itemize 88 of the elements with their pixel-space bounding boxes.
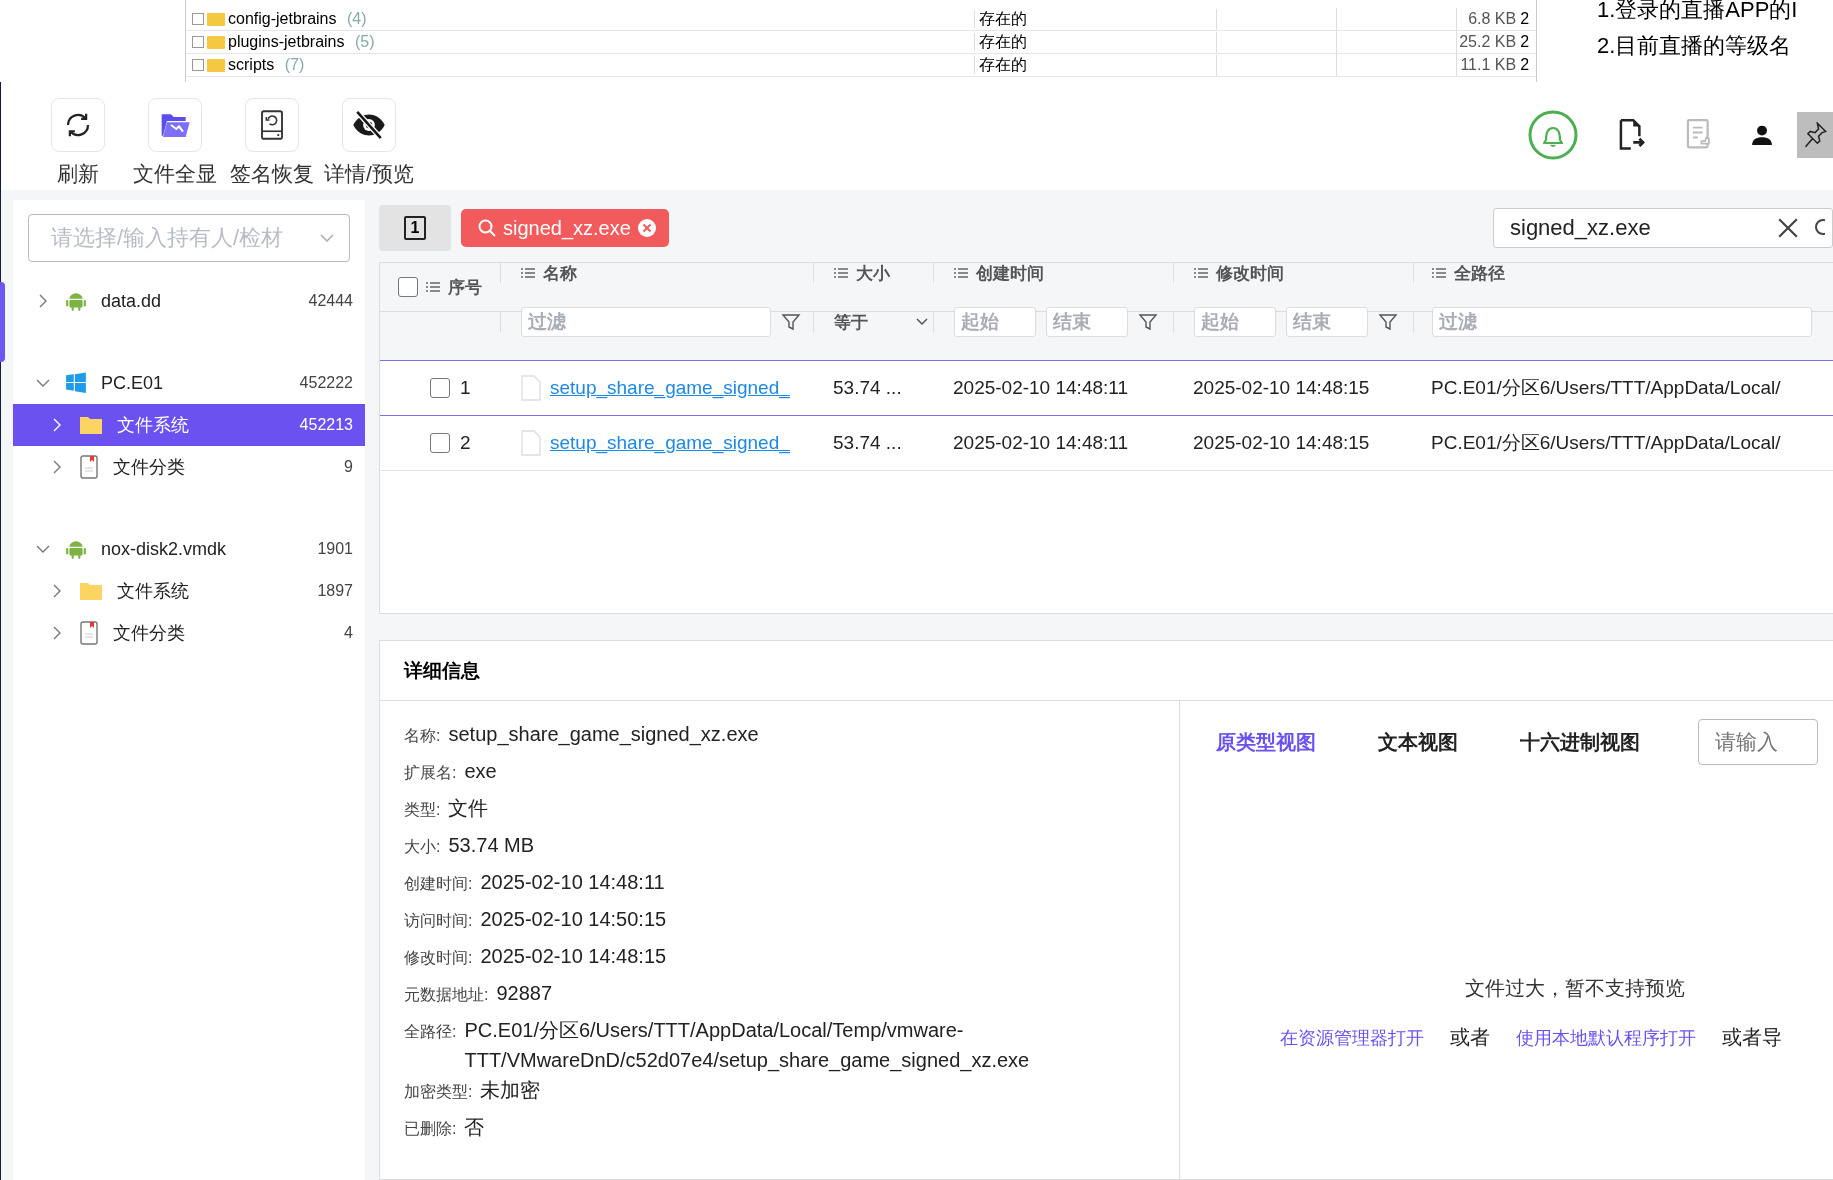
size-cell-text: 53.74 ... [832,376,903,400]
field-label: 全路径: [404,1022,457,1042]
column-header[interactable]: 名称 [543,261,577,285]
field-value: 53.74 MB [448,833,535,858]
filter-field[interactable]: 过滤 [1432,307,1812,337]
field-value: setup_share_game_signed_xz.exe [448,722,759,748]
field-value: 文件 [448,796,489,821]
folder-name[interactable]: config-jetbrains [228,10,337,28]
file-name-link[interactable]: setup_share_game_signed_ [550,432,790,454]
table-cell-text: 2 [1520,56,1531,74]
folder-name[interactable]: scripts [228,56,275,74]
tab-button[interactable]: 1 [379,205,451,251]
status-cell: 存在的 [974,31,1218,53]
column-header[interactable]: 创建时间 [976,261,1044,285]
preview-message: 文件过大，暂不支持预览 [1465,976,1686,1001]
row-number: 1 [460,377,471,399]
column-header[interactable]: 序号 [448,275,482,299]
row-number: 2 [460,432,471,454]
folder-name[interactable]: plugins-jetbrains [228,33,345,51]
table-cell-text: 2 [1520,10,1531,28]
table-cell-text: 2 [1520,33,1531,51]
date-cell-text: 2025-02-10 14:48:11 [952,431,1130,455]
tree-node[interactable]: 文件系统 452213 [13,404,365,446]
path-cell-text: PC.E01/分区6/Users/TTT/AppData/Local/ [1430,431,1782,455]
status-cell: 存在的 [974,8,1218,30]
field-label: 加密类型: [404,1082,473,1102]
panel-title: 详细信息 [380,641,1833,701]
field-label: 大小: [404,837,441,857]
field-label: 创建时间: [404,874,473,894]
field-value: PC.E01/分区6/Users/TTT/AppData/Local/Temp/vmware-TTT/VMwareDnD/c52d07e4/setup_share_game_signed_xz.exe [464,1018,1031,1074]
item-count: (5) [354,33,375,51]
field-label: 已删除: [404,1119,457,1139]
tree-node[interactable]: 文件分类 4 [13,612,365,654]
tree-node[interactable]: PC.E01 452222 [13,362,365,404]
action-link[interactable]: 使用本地默认程序打开 [1516,1025,1696,1050]
field-value: 92887 [496,981,553,1006]
size-cell-text: 25.2 KB [1458,33,1518,51]
path-cell-text: PC.E01/分区6/Users/TTT/AppData/Local/ [1430,376,1782,400]
action-link[interactable]: 在资源管理器打开 [1280,1025,1424,1050]
filter-field[interactable]: 过滤 [521,307,771,337]
field-value: 2025-02-10 14:48:11 [480,870,665,895]
separator-text: 或者 [1450,1025,1490,1050]
field-value: exe [464,759,497,784]
toolbar-label: 签名恢复 [230,161,314,187]
field-label: 访问时间: [404,911,473,931]
separator-text: 或者导 [1722,1025,1782,1050]
item-count: (7) [284,56,305,74]
toolbar-label: 刷新 [57,161,99,187]
size-cell-text: 6.8 KB [1467,10,1518,28]
tree-node[interactable]: nox-disk2.vmdk 1901 [13,528,365,570]
field-label: 名称: [404,726,441,746]
date-cell-text: 2025-02-10 14:48:15 [1192,431,1371,455]
question-text: 2.目前直播的等级名 [1597,32,1793,60]
field-label: 类型: [404,800,441,820]
column-header[interactable]: 全路径 [1454,261,1505,285]
table-row[interactable]: 1 setup_share_game_signed_ 53.74 ... 2025-02-10 14:48:11 2025-02-10 14:48:15 PC.E01/分区6/Users/TTT/AppData/Local/ [380,361,1833,416]
toolbar-label: 详情/预览 [324,161,414,187]
end-date-field[interactable]: 结束 [1046,307,1128,337]
tree-node[interactable]: 文件系统 1897 [13,570,365,612]
item-count: (4) [346,10,367,28]
search-field[interactable]: signed_xz.exe [1493,208,1833,248]
field-value: 否 [464,1115,485,1140]
status-cell: 存在的 [974,54,1218,76]
start-date-field[interactable]: 起始 [1194,307,1276,337]
field-label: 元数据地址: [404,985,489,1005]
search-field[interactable]: 请输入 [1698,719,1818,765]
field-label: 扩展名: [404,763,457,783]
size-cell-text: 53.74 ... [832,431,903,455]
file-name-link[interactable]: setup_share_game_signed_ [550,377,790,399]
end-date-field[interactable]: 结束 [1286,307,1368,337]
date-cell-text: 2025-02-10 14:48:15 [1192,376,1371,400]
operator-select[interactable]: 等于 [834,310,929,334]
column-header[interactable]: 修改时间 [1216,261,1284,285]
column-header[interactable]: 大小 [856,261,890,285]
field-value: 未加密 [480,1078,541,1103]
toolbar-label: 文件全显 [133,161,217,187]
view-tab[interactable]: 原类型视图 [1216,728,1316,756]
start-date-field[interactable]: 起始 [954,307,1036,337]
tree-node[interactable]: 文件分类 9 [13,446,365,488]
field-value: 2025-02-10 14:48:15 [480,944,667,969]
view-tab[interactable]: 文本视图 [1378,728,1458,756]
view-tab[interactable]: 十六进制视图 [1520,728,1640,756]
field-value: 2025-02-10 14:50:15 [480,907,667,932]
tree-node[interactable]: data.dd 42444 [13,280,365,322]
size-cell-text: 11.1 KB [1459,56,1518,74]
field-label: 修改时间: [404,948,473,968]
table-row[interactable]: 2 setup_share_game_signed_ 53.74 ... 2025-02-10 14:48:11 2025-02-10 14:48:15 PC.E01/分区6/Users/TTT/AppData/Local/ [380,416,1833,471]
date-cell-text: 2025-02-10 14:48:11 [952,376,1130,400]
